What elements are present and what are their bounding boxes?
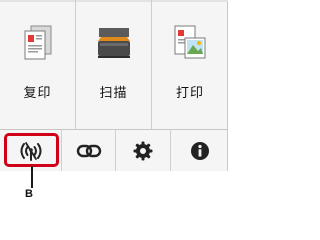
print-label: 打印 <box>175 86 204 101</box>
link-button[interactable] <box>62 130 116 171</box>
copy-tile[interactable]: 复印 <box>0 0 76 129</box>
scan-tile[interactable]: 扫描 <box>76 0 152 129</box>
control-panel: 复印 扫描 打印 <box>0 0 228 171</box>
settings-button[interactable] <box>116 130 171 171</box>
callout-label: B <box>25 188 33 200</box>
callout-line <box>31 166 33 188</box>
wireless-button[interactable] <box>0 130 62 171</box>
scan-icon <box>95 24 133 66</box>
copy-label: 复印 <box>23 86 52 101</box>
copy-icon <box>24 24 52 66</box>
scan-label: 扫描 <box>99 86 128 101</box>
bottom-button-bar <box>0 129 228 171</box>
info-button[interactable] <box>171 130 228 171</box>
print-tile[interactable]: 打印 <box>152 0 228 129</box>
print-photo-icon <box>173 24 207 66</box>
